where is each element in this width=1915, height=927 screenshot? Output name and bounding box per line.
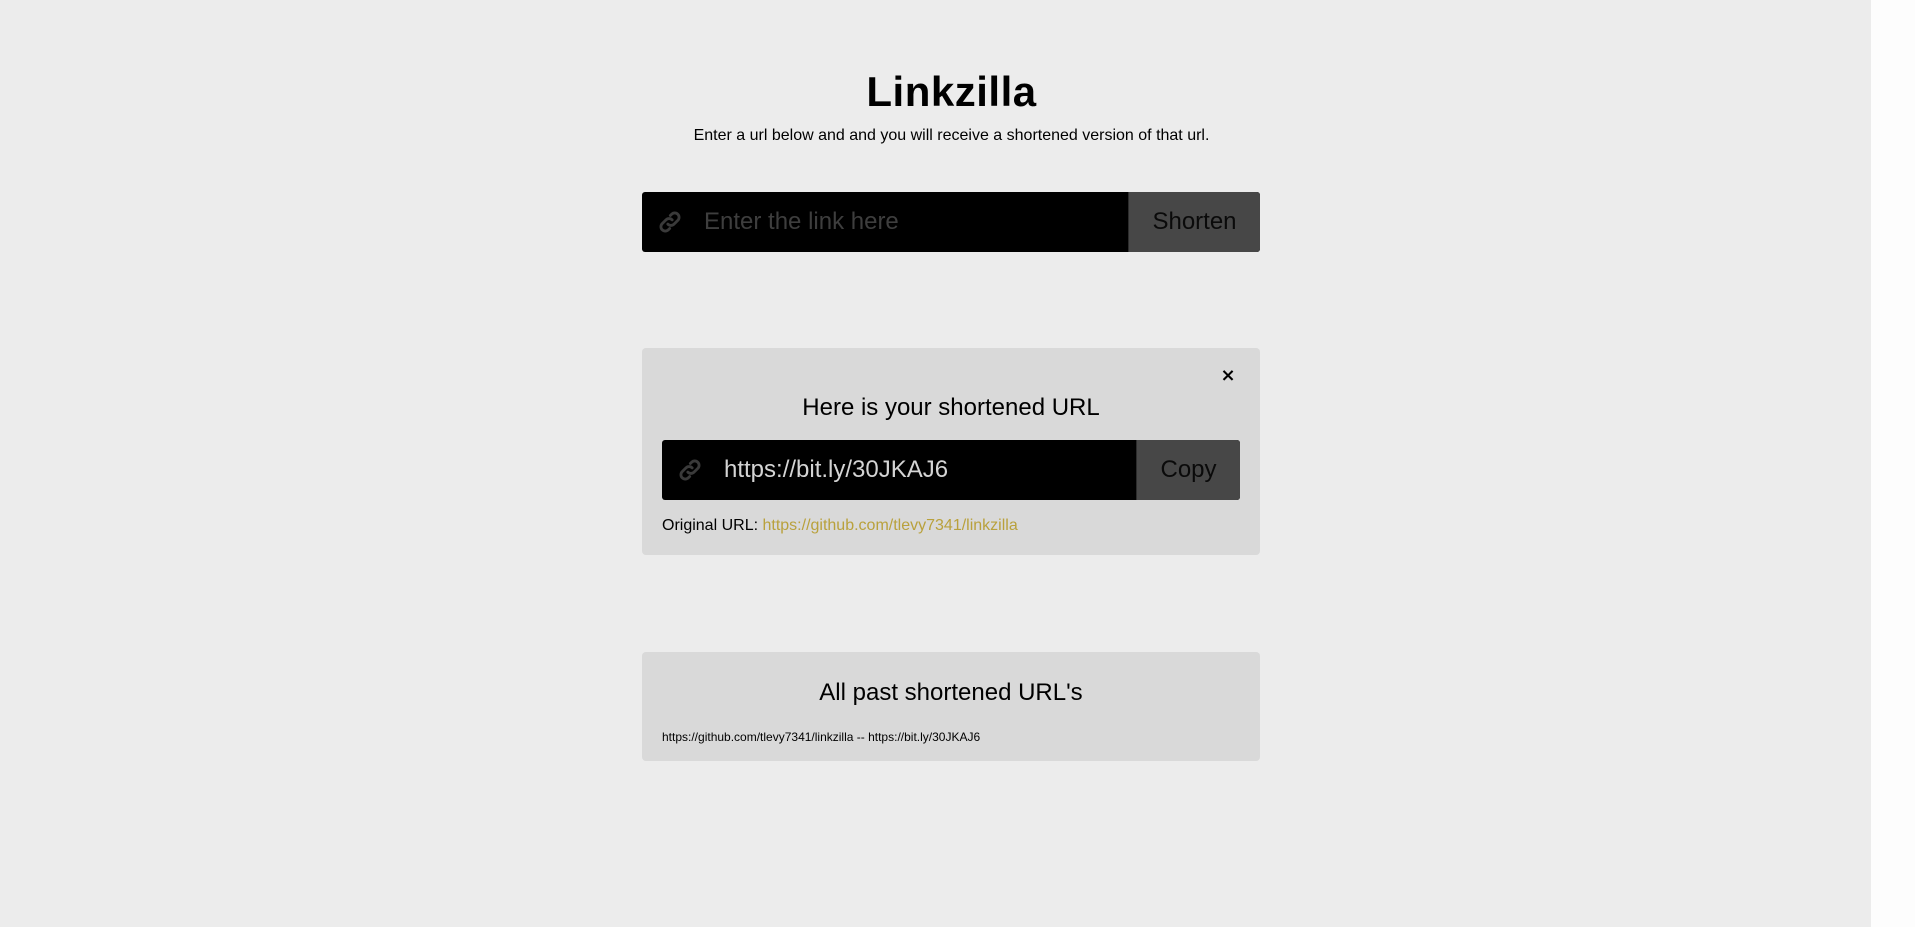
original-url-line: Original URL: https://github.com/tlevy73… xyxy=(662,516,1018,536)
close-icon[interactable]: × xyxy=(1218,366,1238,386)
original-url-label: Original URL: xyxy=(662,517,759,534)
short-url-field[interactable] xyxy=(718,440,1136,500)
copy-button[interactable]: Copy xyxy=(1136,440,1240,500)
original-url-link[interactable]: https://github.com/tlevy7341/linkzilla xyxy=(762,517,1017,534)
result-card: × Here is your shortened URL Copy Origin… xyxy=(642,348,1260,555)
page-subtitle: Enter a url below and and you will recei… xyxy=(693,127,1210,144)
scrollbar[interactable] xyxy=(1871,0,1915,927)
link-icon xyxy=(642,192,698,252)
history-item: https://github.com/tlevy7341/linkzilla -… xyxy=(662,730,981,744)
short-url-group: Copy xyxy=(662,440,1240,500)
result-heading: Here is your shortened URL xyxy=(802,394,1100,421)
link-input[interactable] xyxy=(698,192,1128,252)
history-card: All past shortened URL's https://github.… xyxy=(642,652,1260,761)
shorten-form: Shorten xyxy=(642,192,1260,252)
history-heading: All past shortened URL's xyxy=(819,679,1083,706)
header: Linkzilla Enter a url below and and you … xyxy=(0,66,1903,146)
shorten-button[interactable]: Shorten xyxy=(1128,192,1260,252)
page: Linkzilla Enter a url below and and you … xyxy=(0,0,1871,927)
page-title: Linkzilla xyxy=(866,68,1037,115)
link-icon xyxy=(662,440,718,500)
history-list: https://github.com/tlevy7341/linkzilla -… xyxy=(662,729,980,745)
